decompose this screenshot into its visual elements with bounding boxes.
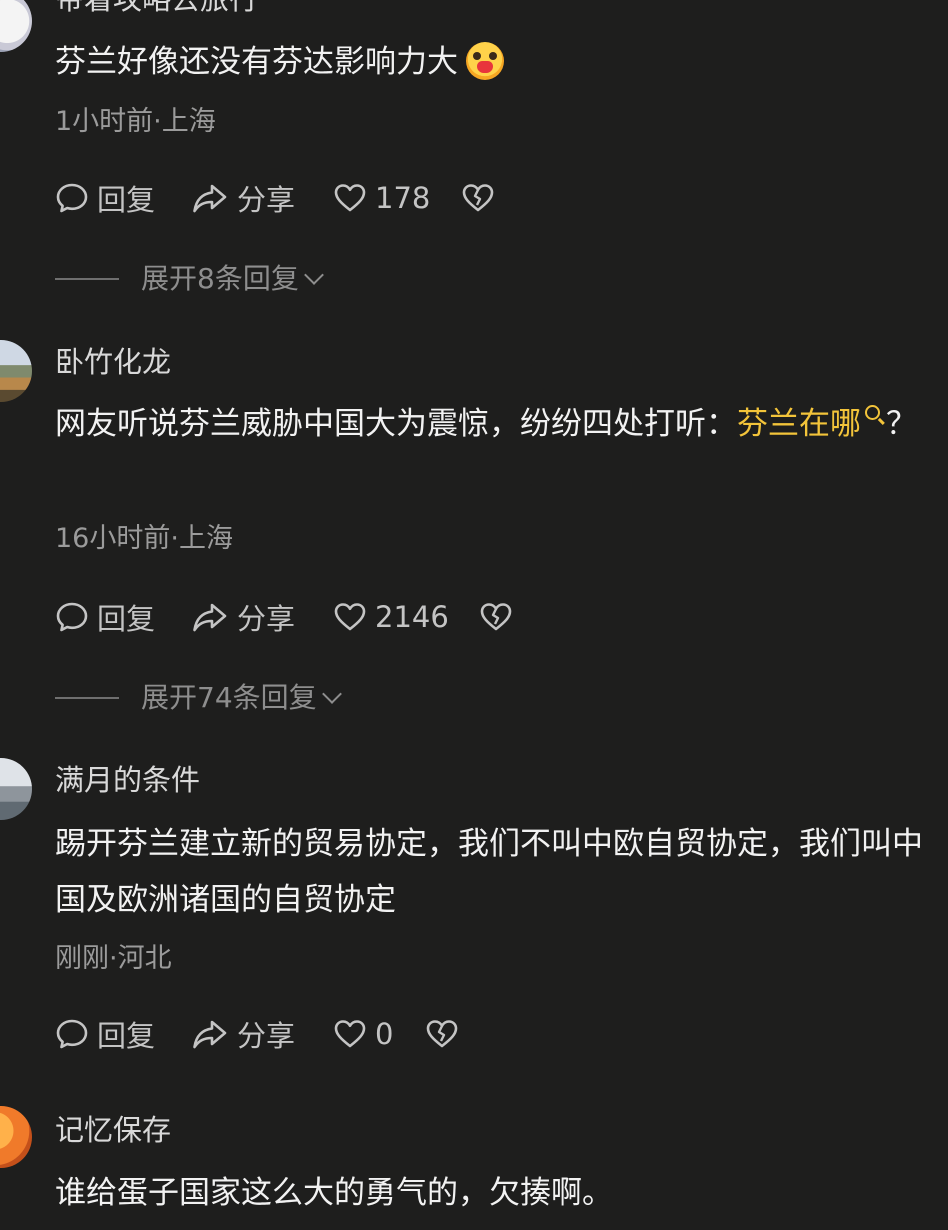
like-button[interactable]: 0 — [333, 1014, 393, 1054]
username[interactable]: 带着攻略去旅行 — [55, 0, 258, 16]
avatar[interactable] — [0, 758, 32, 820]
like-count: 178 — [375, 181, 431, 215]
like-button[interactable]: 178 — [333, 178, 430, 218]
username[interactable]: 记忆保存 — [55, 1113, 171, 1147]
like-count: 2146 — [375, 600, 449, 634]
chevron-down-icon — [303, 265, 324, 285]
search-link[interactable]: 芬兰在哪 — [737, 406, 861, 442]
reply-button[interactable]: 回复 — [55, 178, 155, 218]
username[interactable]: 满月的条件 — [55, 763, 200, 797]
broken-heart-icon — [462, 184, 494, 212]
expand-replies-label: 展开8条回复 — [141, 261, 324, 297]
comment-actions: 回复 分享 2146 — [55, 597, 655, 637]
reply-label: 回复 — [97, 1019, 156, 1053]
heart-icon — [334, 1020, 366, 1048]
comment-text-content: 芬兰好像还没有芬达影响力大 — [55, 44, 458, 80]
share-label: 分享 — [237, 183, 296, 217]
comment-meta: 1小时前·上海 — [55, 106, 216, 137]
share-icon — [193, 184, 227, 213]
like-count: 0 — [375, 1017, 394, 1051]
chevron-down-icon — [321, 684, 342, 704]
comment-text-end: ？ — [886, 406, 917, 442]
expand-replies[interactable]: 展开74条回复 — [55, 680, 655, 716]
share-icon — [193, 1020, 227, 1049]
avatar[interactable] — [0, 340, 32, 402]
share-button[interactable]: 分享 — [191, 597, 295, 637]
comment-actions: 回复 分享 0 — [55, 1014, 655, 1054]
share-icon — [193, 603, 227, 632]
share-label: 分享 — [237, 1019, 296, 1053]
emoji-icon — [466, 41, 504, 80]
reply-label: 回复 — [97, 602, 156, 636]
broken-heart-icon — [480, 603, 512, 631]
expand-replies-text: 展开74条回复 — [141, 681, 317, 714]
comment-text: 芬兰好像还没有芬达影响力大 — [55, 34, 935, 90]
comment-actions: 回复 分享 178 — [55, 178, 655, 218]
heart-icon — [334, 603, 366, 631]
like-button[interactable]: 2146 — [333, 597, 449, 637]
reply-button[interactable]: 回复 — [55, 597, 155, 637]
dislike-button[interactable] — [425, 1014, 467, 1054]
heart-icon — [334, 184, 366, 212]
dislike-button[interactable] — [461, 178, 503, 218]
comment-text: 谁给蛋子国家这么大的勇气的，欠揍啊。 — [55, 1175, 613, 1211]
share-button[interactable]: 分享 — [191, 178, 295, 218]
divider — [55, 278, 119, 280]
comment-icon — [56, 183, 88, 213]
expand-replies-text: 展开8条回复 — [141, 262, 299, 295]
avatar[interactable] — [0, 0, 32, 52]
avatar[interactable] — [0, 1106, 32, 1168]
broken-heart-icon — [426, 1020, 458, 1048]
reply-button[interactable]: 回复 — [55, 1014, 155, 1054]
username[interactable]: 卧竹化龙 — [55, 345, 171, 379]
comment-text: 网友听说芬兰威胁中国大为震惊，纷纷四处打听：芬兰在哪 ？ — [55, 396, 935, 452]
expand-replies[interactable]: 展开8条回复 — [55, 261, 655, 297]
share-label: 分享 — [237, 602, 296, 636]
comment-icon — [56, 1019, 88, 1049]
share-button[interactable]: 分享 — [191, 1014, 295, 1054]
comment-text: 踢开芬兰建立新的贸易协定，我们不叫中欧自贸协定，我们叫中国及欧洲诸国的自贸协定 — [55, 826, 923, 918]
comment-meta: 16小时前·上海 — [55, 523, 233, 554]
search-icon[interactable] — [865, 405, 880, 420]
divider — [55, 697, 119, 699]
comment-meta: 刚刚·河北 — [55, 943, 172, 974]
reply-label: 回复 — [97, 183, 156, 217]
comment-text-content: 网友听说芬兰威胁中国大为震惊，纷纷四处打听： — [55, 406, 737, 442]
dislike-button[interactable] — [479, 597, 521, 637]
expand-replies-label: 展开74条回复 — [141, 680, 342, 716]
comment-icon — [56, 602, 88, 632]
